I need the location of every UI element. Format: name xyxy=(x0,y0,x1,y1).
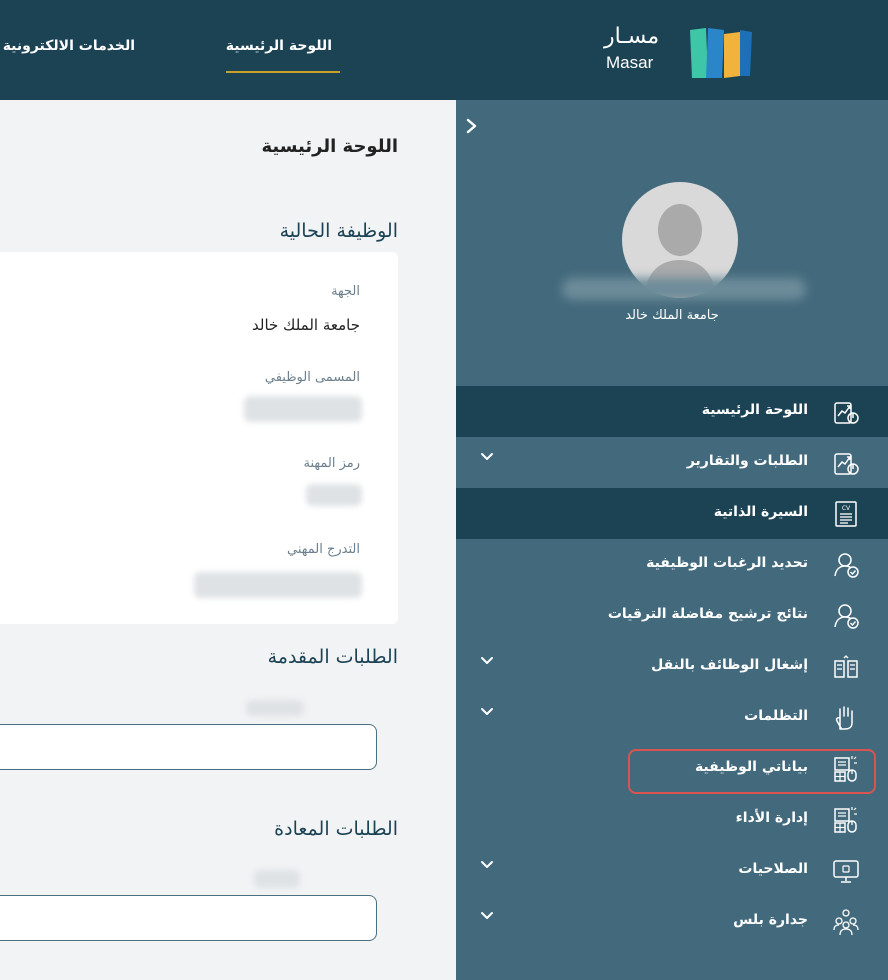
sidebar-item-label: الصلاحيات xyxy=(738,861,808,877)
logo-latin-text: Masar xyxy=(606,53,654,72)
chevron-down-icon[interactable] xyxy=(480,859,494,871)
sidebar-item-label: السيرة الذاتية xyxy=(713,504,808,520)
performance-icon xyxy=(834,807,857,833)
current-job-title: الوظيفة الحالية xyxy=(279,220,398,242)
chevron-right-icon[interactable] xyxy=(464,118,480,134)
dashboard-chart-icon xyxy=(834,402,859,424)
submitted-requests-box[interactable] xyxy=(0,724,377,770)
chevron-down-icon[interactable] xyxy=(480,655,494,667)
sidebar-item-permissions[interactable]: الصلاحيات xyxy=(456,845,888,896)
user-organization: جامعة الملك خالد xyxy=(625,308,719,323)
sidebar: جامعة الملك خالد اللوحة الرئيسية الطلبات… xyxy=(456,100,888,980)
reports-chart-icon xyxy=(834,453,859,475)
entity-label: الجهة xyxy=(331,284,360,299)
sidebar-item-performance[interactable]: إدارة الأداء xyxy=(456,794,888,845)
sidebar-item-label: بياناتي الوظيفية xyxy=(694,759,808,775)
chevron-down-icon[interactable] xyxy=(480,451,494,463)
cv-document-icon: CV xyxy=(835,501,857,527)
masar-logo-mark-icon xyxy=(690,28,752,78)
sidebar-item-jadara-plus[interactable]: جدارة بلس xyxy=(456,896,888,947)
sidebar-item-label: جدارة بلس xyxy=(733,912,808,928)
profession-code-label: رمز المهنة xyxy=(303,456,360,471)
sidebar-item-label: اللوحة الرئيسية xyxy=(701,402,808,418)
sidebar-menu: اللوحة الرئيسية الطلبات والتقارير CV الس… xyxy=(456,386,888,947)
sidebar-item-grievances[interactable]: التظلمات xyxy=(456,692,888,743)
profession-code-value-redacted xyxy=(306,484,362,506)
sidebar-item-dashboard[interactable]: اللوحة الرئيسية xyxy=(456,386,888,437)
sidebar-item-label: الطلبات والتقارير xyxy=(686,453,808,469)
active-nav-underline xyxy=(226,71,340,73)
sidebar-item-requests-reports[interactable]: الطلبات والتقارير xyxy=(456,437,888,488)
sidebar-item-cv[interactable]: CV السيرة الذاتية xyxy=(456,488,888,539)
svg-text:CV: CV xyxy=(842,505,851,512)
page-title: اللوحة الرئيسية xyxy=(261,136,398,157)
returned-count-redacted xyxy=(254,870,300,888)
career-grade-value-redacted xyxy=(194,572,362,598)
career-grade-label: التدرج المهني xyxy=(287,542,360,557)
job-title-value-redacted xyxy=(244,396,362,422)
current-job-card: الجهة جامعة الملك خالد المسمى الوظيفي رم… xyxy=(0,252,398,624)
building-transfer-icon xyxy=(834,655,858,678)
returned-requests-title: الطلبات المعادة xyxy=(274,818,398,840)
masar-logo[interactable]: مسـار Masar xyxy=(604,22,754,80)
group-people-icon xyxy=(833,909,859,936)
user-name-redacted xyxy=(562,278,806,300)
hand-icon xyxy=(835,706,853,730)
sidebar-item-job-preferences[interactable]: تحديد الرغبات الوظيفية xyxy=(456,539,888,590)
submitted-count-redacted xyxy=(246,700,304,716)
main-content: اللوحة الرئيسية الوظيفة الحالية الجهة جا… xyxy=(0,100,456,980)
entity-value: جامعة الملك خالد xyxy=(252,316,360,334)
sidebar-item-label: التظلمات xyxy=(744,708,808,724)
job-title-label: المسمى الوظيفي xyxy=(264,370,360,385)
sidebar-item-promotion-results[interactable]: نتائج ترشيح مفاضلة الترقيات xyxy=(456,590,888,641)
nav-link-dashboard[interactable]: اللوحة الرئيسية xyxy=(226,38,332,54)
sidebar-item-label: إشغال الوظائف بالنقل xyxy=(651,657,808,673)
chevron-down-icon[interactable] xyxy=(480,910,494,922)
sidebar-item-my-job-data[interactable]: بياناتي الوظيفية xyxy=(456,743,888,794)
monitor-permissions-icon xyxy=(833,860,859,883)
returned-requests-box[interactable] xyxy=(0,895,377,941)
top-header: الخدمات الالكترونية اللوحة الرئيسية مسـا… xyxy=(0,0,888,100)
job-data-icon xyxy=(834,756,857,782)
chevron-down-icon[interactable] xyxy=(480,706,494,718)
sidebar-item-label: إدارة الأداء xyxy=(735,810,808,826)
logo-arabic-text: مسـار xyxy=(604,24,660,49)
sidebar-item-label: تحديد الرغبات الوظيفية xyxy=(646,555,808,571)
user-check-icon xyxy=(834,553,859,578)
nav-link-eservices[interactable]: الخدمات الالكترونية xyxy=(3,38,135,54)
submitted-requests-title: الطلبات المقدمة xyxy=(267,646,398,668)
sidebar-item-label: نتائج ترشيح مفاضلة الترقيات xyxy=(607,606,808,622)
sidebar-item-job-transfer[interactable]: إشغال الوظائف بالنقل xyxy=(456,641,888,692)
user-check-icon xyxy=(834,604,859,629)
